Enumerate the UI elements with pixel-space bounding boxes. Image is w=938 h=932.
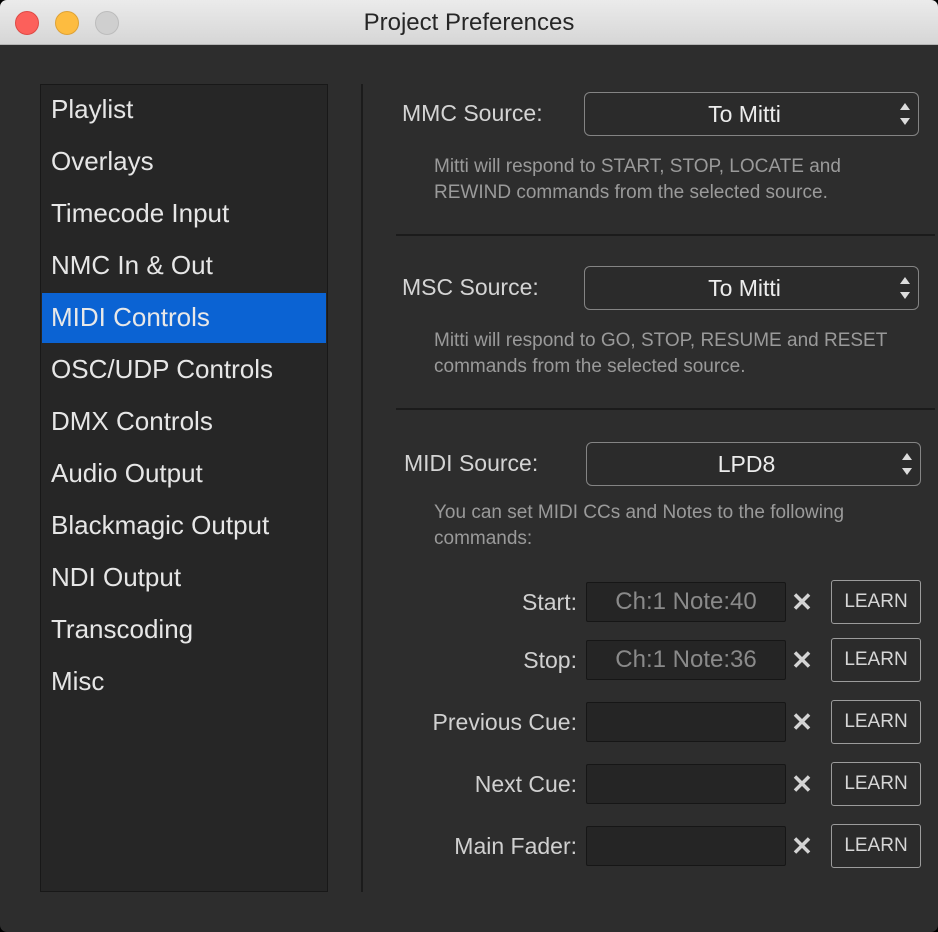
clear-previous-cue-icon[interactable]: ✕ — [790, 702, 814, 742]
sidebar-item-nmc-in-out[interactable]: NMC In & Out — [42, 241, 326, 291]
main-fader-mapping-field[interactable] — [586, 826, 786, 866]
midi-description: You can set MIDI CCs and Notes to the fo… — [434, 502, 845, 549]
control-label-start: Start: — [522, 589, 577, 615]
previous-cue-mapping-field[interactable] — [586, 702, 786, 742]
updown-arrows-icon — [900, 277, 910, 299]
clear-stop-icon[interactable]: ✕ — [790, 640, 814, 680]
midi-source-select[interactable]: LPD8 — [586, 442, 921, 486]
sidebar-item-osc-udp-controls[interactable]: OSC/UDP Controls — [42, 345, 326, 395]
clear-main-fader-icon[interactable]: ✕ — [790, 826, 814, 866]
mmc-description: Mitti will respond to START, STOP, LOCAT… — [434, 156, 841, 203]
learn-main-fader-button[interactable]: LEARN — [831, 824, 921, 868]
title-bar: Project Preferences — [0, 0, 938, 45]
preferences-window: Project Preferences Playlist Overlays Ti… — [0, 0, 938, 932]
mmc-source-label: MMC Source: — [402, 100, 543, 126]
midi-source-label: MIDI Source: — [404, 450, 539, 476]
msc-description: Mitti will respond to GO, STOP, RESUME a… — [434, 330, 887, 377]
section-divider — [396, 234, 935, 236]
section-divider — [396, 408, 935, 410]
sidebar-item-playlist[interactable]: Playlist — [42, 85, 326, 135]
sidebar-item-midi-controls[interactable]: MIDI Controls — [42, 293, 326, 343]
updown-arrows-icon — [900, 103, 910, 125]
sidebar-item-blackmagic-output[interactable]: Blackmagic Output — [42, 501, 326, 551]
control-label-main-fader: Main Fader: — [454, 833, 577, 859]
preferences-sidebar: Playlist Overlays Timecode Input NMC In … — [40, 84, 328, 892]
learn-stop-button[interactable]: LEARN — [831, 638, 921, 682]
msc-source-value: To Mitti — [708, 275, 781, 301]
control-label-stop: Stop: — [523, 647, 577, 673]
mmc-source-select[interactable]: To Mitti — [584, 92, 919, 136]
vertical-divider — [361, 84, 363, 892]
midi-source-value: LPD8 — [717, 451, 776, 477]
clear-start-icon[interactable]: ✕ — [790, 582, 814, 622]
sidebar-item-timecode-input[interactable]: Timecode Input — [42, 189, 326, 239]
sidebar-item-dmx-controls[interactable]: DMX Controls — [42, 397, 326, 447]
sidebar-item-transcoding[interactable]: Transcoding — [42, 605, 326, 655]
learn-previous-cue-button[interactable]: LEARN — [831, 700, 921, 744]
next-cue-mapping-field[interactable] — [586, 764, 786, 804]
updown-arrows-icon — [902, 453, 912, 475]
clear-next-cue-icon[interactable]: ✕ — [790, 764, 814, 804]
start-mapping-field[interactable]: Ch:1 Note:40 — [586, 582, 786, 622]
learn-next-cue-button[interactable]: LEARN — [831, 762, 921, 806]
mmc-source-value: To Mitti — [708, 101, 781, 127]
msc-source-label: MSC Source: — [402, 274, 539, 300]
control-label-previous-cue: Previous Cue: — [432, 709, 577, 735]
learn-start-button[interactable]: LEARN — [831, 580, 921, 624]
msc-source-select[interactable]: To Mitti — [584, 266, 919, 310]
window-title: Project Preferences — [363, 9, 575, 36]
sidebar-item-overlays[interactable]: Overlays — [42, 137, 326, 187]
sidebar-item-ndi-output[interactable]: NDI Output — [42, 553, 326, 603]
sidebar-item-misc[interactable]: Misc — [42, 657, 326, 707]
stop-mapping-field[interactable]: Ch:1 Note:36 — [586, 640, 786, 680]
control-label-next-cue: Next Cue: — [474, 771, 577, 797]
sidebar-item-audio-output[interactable]: Audio Output — [42, 449, 326, 499]
